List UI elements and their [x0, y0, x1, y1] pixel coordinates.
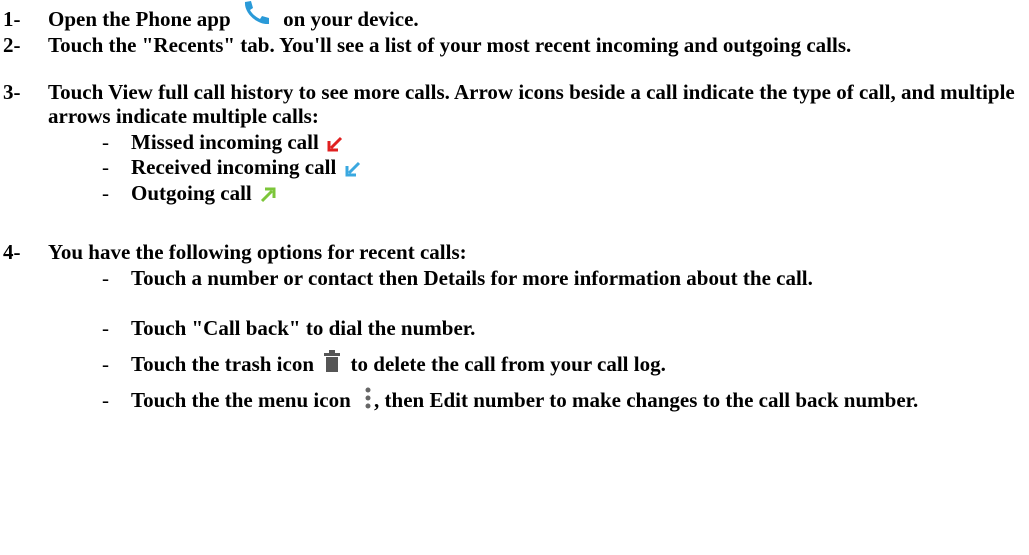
option-text-before: Touch the trash icon	[131, 352, 315, 376]
list-dash: -	[102, 130, 109, 154]
option-text-before: Touch the the menu icon	[131, 388, 351, 412]
option-text-after: , then Edit number to make changes to th…	[374, 388, 919, 412]
list-dash: -	[102, 266, 109, 290]
outgoing-call-arrow-icon	[260, 187, 276, 203]
step-text: Touch View full call history to see more…	[48, 80, 1015, 128]
call-type-label: Outgoing call	[131, 181, 252, 205]
step-text-after: on your device.	[283, 7, 419, 31]
step-text-before: Open the Phone app	[48, 7, 231, 31]
list-dash: -	[102, 352, 109, 376]
list-dash: -	[102, 155, 109, 179]
trash-icon	[324, 350, 341, 373]
option-text-after: to delete the call from your call log.	[350, 352, 666, 376]
list-dash: -	[102, 316, 109, 340]
step-text: You have the following options for recen…	[48, 240, 467, 264]
step-number: 4-	[3, 240, 21, 264]
step-text: Open the Phone app on your device.	[48, 1, 1023, 34]
menu-dots-icon	[364, 387, 372, 409]
step-number: 1-	[3, 7, 21, 31]
option-text: Touch a number or contact then Details f…	[131, 266, 813, 290]
call-type-label: Received incoming call	[131, 155, 337, 179]
step-number: 2-	[3, 33, 21, 57]
missed-call-arrow-icon	[327, 136, 343, 152]
option-text: Touch "Call back" to dial the number.	[131, 316, 476, 340]
list-dash: -	[102, 388, 109, 412]
phone-icon	[242, 0, 272, 26]
step-number: 3-	[3, 80, 21, 104]
step-text: Touch the "Recents" tab. You'll see a li…	[48, 33, 852, 57]
received-call-arrow-icon	[345, 161, 361, 177]
call-type-label: Missed incoming call	[131, 130, 319, 154]
list-dash: -	[102, 181, 109, 205]
